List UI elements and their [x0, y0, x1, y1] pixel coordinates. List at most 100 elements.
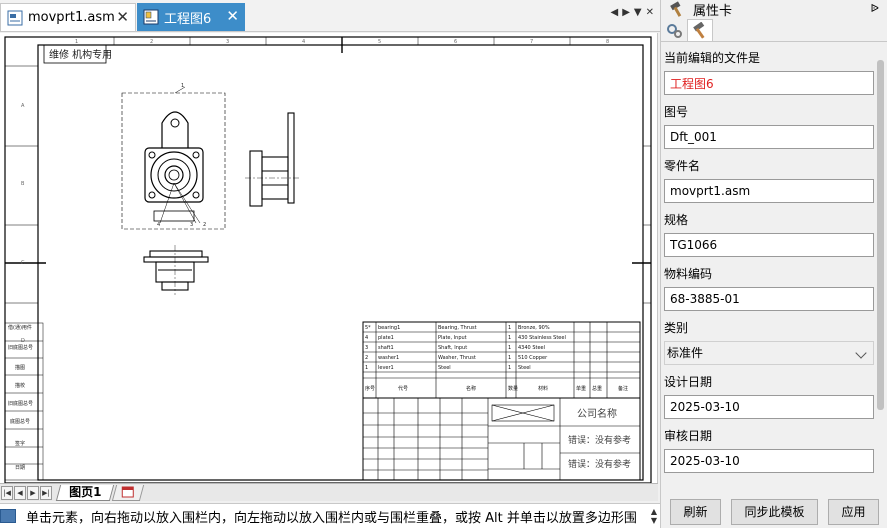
pin-icon[interactable]: ᐉ: [871, 2, 879, 15]
bom-cell: Steel: [518, 365, 531, 371]
bom-cell: plate1: [378, 335, 394, 341]
side-view[interactable]: [245, 112, 300, 207]
error-text: 错误：没有参考: [568, 434, 631, 446]
design-date-field[interactable]: [664, 395, 874, 419]
sheet-tab-label: 图页1: [69, 484, 102, 499]
panel-title: 属性卡: [693, 3, 733, 19]
drawing-canvas[interactable]: 1 2 3 4 5 6 7 8 A B C D 维修 机构专用 借(通)用件 旧…: [0, 33, 658, 483]
tab-settings[interactable]: [661, 19, 687, 41]
part-name-field[interactable]: [664, 179, 874, 203]
first-sheet-button[interactable]: |◀: [1, 485, 13, 500]
balloon-number: 1: [181, 83, 184, 89]
field-label-spec: 规格: [664, 213, 689, 227]
bom-header-cell: 数量: [508, 385, 518, 392]
left-label: 日期: [15, 465, 25, 471]
next-sheet-button[interactable]: ▶: [27, 485, 39, 500]
sheet-tab-bar: |◀ ◀ ▶ ▶| 图页1: [0, 483, 658, 501]
review-date-field[interactable]: [664, 449, 874, 473]
close-icon[interactable]: ✕: [226, 8, 239, 24]
left-label: 签字: [15, 440, 25, 447]
drawing-sheet[interactable]: 1 2 3 4 5 6 7 8 A B C D 维修 机构专用 借(通)用件 旧…: [0, 33, 658, 483]
field-label-material-code: 物料编码: [664, 267, 713, 281]
left-label: 底图总号: [10, 418, 30, 425]
row-marker: A: [21, 103, 25, 109]
drawing-number-field[interactable]: [664, 125, 874, 149]
add-sheet-button[interactable]: [112, 484, 145, 501]
current-file-field[interactable]: [664, 71, 874, 95]
left-label: 借(通)用件: [8, 324, 32, 331]
chevron-down-icon: [855, 347, 867, 359]
status-bar: 单击元素，向右拖动以放入围栏内，向左拖动以放入围栏内或与围栏重叠，或按 Alt …: [0, 503, 660, 528]
document-tab-bar: movprt1.asm ✕ 工程图6 ✕ ◀▶▼✕: [0, 0, 660, 32]
col-marker: 3: [226, 39, 229, 45]
left-label: 描校: [15, 382, 25, 389]
material-code-field[interactable]: [664, 287, 874, 311]
left-label: 描图: [15, 364, 25, 371]
bom-header-cell: 材料: [538, 385, 548, 392]
tab-movprt1-asm[interactable]: movprt1.asm ✕: [0, 3, 136, 31]
prev-sheet-button[interactable]: ◀: [14, 485, 26, 500]
panel-scrollbar[interactable]: [876, 46, 885, 494]
tab-navigation-arrows[interactable]: ◀▶▼✕: [611, 7, 658, 18]
panel-header: 属性卡 ᐉ: [661, 0, 887, 19]
bom-header-cell: 代号: [398, 385, 408, 392]
balloon-number: 3: [190, 222, 193, 228]
bom-cell: 3: [365, 345, 368, 351]
sync-template-button[interactable]: 同步此模板: [731, 498, 818, 525]
bom-cell: 4: [365, 335, 368, 341]
status-prompt: 单击元素，向右拖动以放入围栏内，向左拖动以放入围栏内或与围栏重叠，或按 Alt …: [26, 510, 637, 526]
gears-icon: [667, 24, 682, 38]
bom-cell: 1: [508, 365, 511, 371]
status-scroll-arrows[interactable]: ▲ ▼: [651, 507, 657, 525]
bom-cell: 430 Stainless Steel: [518, 335, 566, 341]
drawing-sheet-icon: [143, 9, 159, 25]
bom-cell: washer1: [378, 355, 399, 361]
field-label-current-file: 当前编辑的文件是: [664, 51, 761, 65]
col-marker: 7: [530, 39, 533, 45]
col-marker: 8: [606, 39, 609, 45]
refresh-button[interactable]: 刷新: [670, 498, 721, 525]
tab-drawing-6[interactable]: 工程图6 ✕: [137, 3, 245, 31]
field-label-drawing-number: 图号: [664, 105, 689, 119]
bottom-view[interactable]: [143, 245, 209, 295]
property-fields: 当前编辑的文件是 图号 零件名 规格 物料编码 类别 标准件 设计日期 审核日期: [661, 45, 877, 477]
tab-properties[interactable]: [687, 19, 713, 41]
col-marker: 1: [75, 39, 78, 45]
bom-cell: Steel: [438, 365, 451, 371]
bom-cell: Plate, Input: [438, 335, 467, 341]
bom-cell: Bearing, Thrust: [438, 325, 477, 331]
category-value: 标准件: [667, 346, 704, 360]
bom-cell: 510 Copper: [518, 355, 548, 361]
bom-cell: Washer, Thrust: [438, 355, 476, 361]
drawing-file-icon: [7, 10, 23, 26]
left-label: 旧底图总号: [8, 344, 33, 351]
sheet-tab[interactable]: 图页1: [55, 484, 115, 501]
bom-cell: 1: [508, 345, 511, 351]
row-marker: C: [21, 260, 25, 266]
bom-cell: 1: [365, 365, 368, 371]
bom-cell: 1: [508, 355, 511, 361]
bom-cell: 5*: [365, 325, 371, 331]
apply-button[interactable]: 应用: [828, 498, 879, 525]
bom-cell: lever1: [378, 365, 394, 371]
new-sheet-icon: [122, 486, 135, 497]
tab-label: 工程图6: [164, 11, 212, 27]
col-marker: 6: [454, 39, 457, 45]
title-block-top-label: 维修 机构专用: [49, 48, 112, 61]
scrollbar-thumb[interactable]: [877, 60, 884, 410]
field-label-part-name: 零件名: [664, 159, 701, 173]
hammer-icon: [693, 21, 705, 39]
panel-tab-strip: [661, 18, 887, 42]
bom-cell: 2: [365, 355, 368, 361]
balloon-number: 4: [157, 222, 160, 228]
bom-cell: 1: [508, 325, 511, 331]
property-panel: 属性卡 ᐉ 当前编辑的文件是 图号 零件名 规格 物料编码 类别 标准件: [660, 0, 887, 528]
close-icon[interactable]: ✕: [116, 9, 129, 25]
bom-cell: shaft1: [378, 345, 394, 351]
panel-button-row: 刷新 同步此模板 应用: [661, 495, 887, 528]
bom-header-cell: 名称: [466, 385, 476, 392]
spec-field[interactable]: [664, 233, 874, 257]
category-select[interactable]: 标准件: [664, 341, 874, 365]
front-view[interactable]: [121, 86, 226, 230]
last-sheet-button[interactable]: ▶|: [40, 485, 52, 500]
